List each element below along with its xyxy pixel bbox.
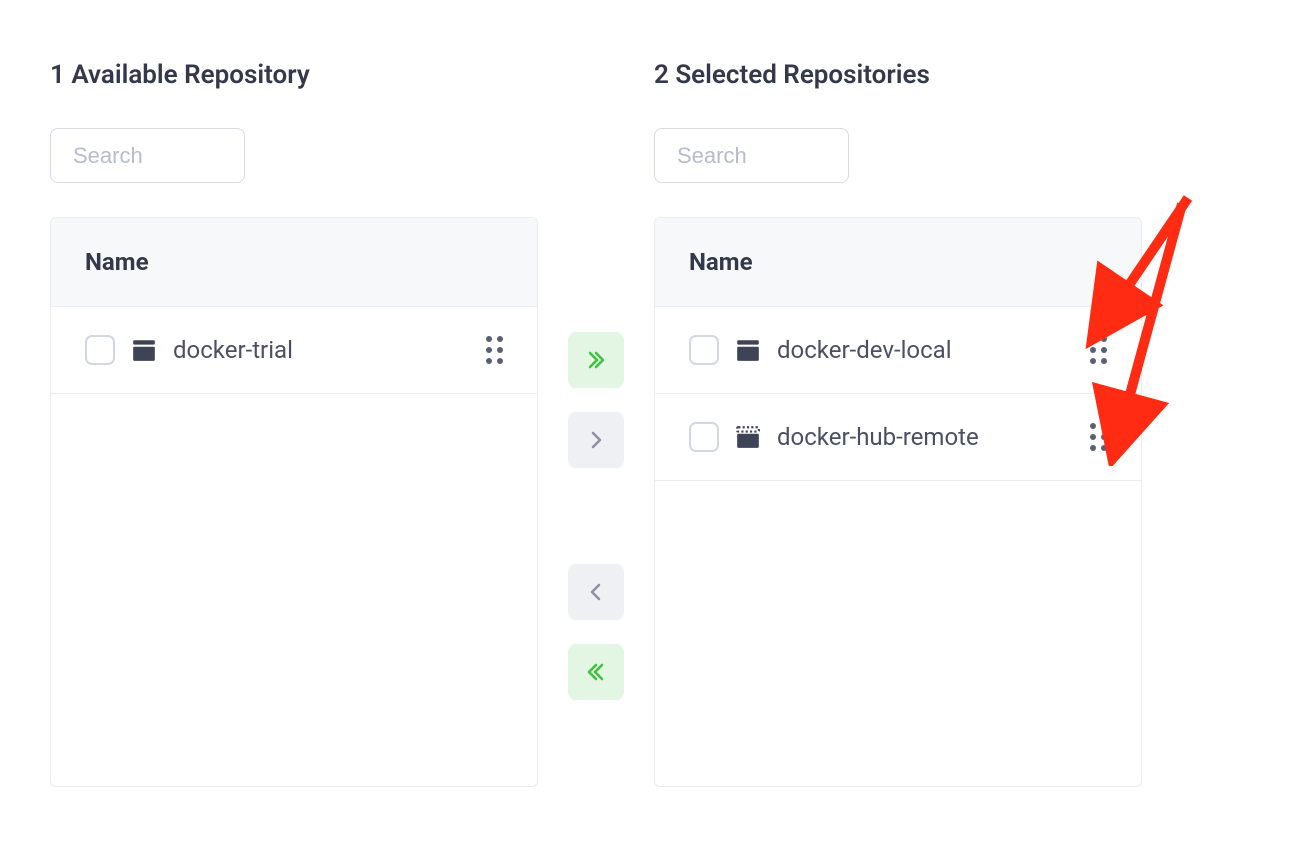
available-panel: 1 Available Repository Name docker-trial [50,60,538,787]
selected-search-input[interactable] [654,128,849,183]
available-search-input[interactable] [50,128,245,183]
repository-remote-icon [735,424,761,450]
available-column-header: Name [51,218,537,307]
drag-handle-icon[interactable] [1090,423,1107,451]
drag-handle-icon[interactable] [1090,336,1107,364]
checkbox[interactable] [689,335,719,365]
move-all-left-button[interactable] [568,644,624,700]
list-item[interactable]: docker-dev-local [655,307,1141,394]
repo-name: docker-dev-local [777,336,1074,364]
drag-handle-icon[interactable] [486,336,503,364]
transfer-controls [568,332,624,700]
checkbox[interactable] [85,335,115,365]
available-list: Name docker-trial [50,217,538,787]
repo-name: docker-hub-remote [777,423,1074,451]
repo-name: docker-trial [173,336,470,364]
selected-title: 2 Selected Repositories [654,60,1142,90]
move-all-right-button[interactable] [568,332,624,388]
repository-local-icon [735,337,761,363]
checkbox[interactable] [689,422,719,452]
move-left-button[interactable] [568,564,624,620]
repository-local-icon [131,337,157,363]
selected-column-header: Name [655,218,1141,307]
selected-panel: 2 Selected Repositories Name docker-dev-… [654,60,1142,787]
list-item[interactable]: docker-hub-remote [655,394,1141,481]
list-item[interactable]: docker-trial [51,307,537,394]
available-title: 1 Available Repository [50,60,538,90]
selected-list: Name docker-dev-local docker-hub-remote [654,217,1142,787]
move-right-button[interactable] [568,412,624,468]
